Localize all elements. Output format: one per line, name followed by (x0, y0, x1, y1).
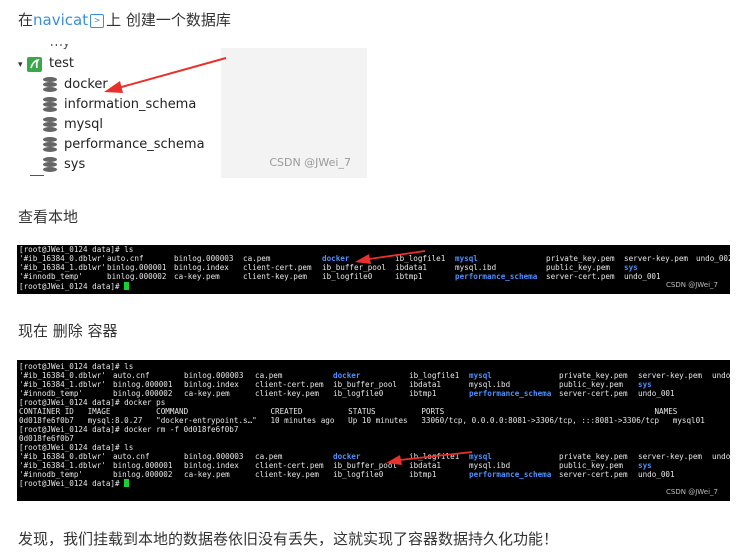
navicat-link[interactable]: navicat (33, 11, 88, 29)
terminal-ls-output: [root@JWei_0124 data]# ls '#ib_16384_0.d… (17, 245, 730, 294)
terminal-docker-rm-output: [root@JWei_0124 data]# ls '#ib_16384_0.db… (17, 360, 730, 501)
terminal-icon: > (90, 13, 105, 28)
red-arrow-annotation (355, 250, 426, 264)
heading-create-db: 在navicat > 上 创建一个数据库 (18, 11, 231, 29)
navicat-tree-panel: my ▾ test dockerinformation_schemamysqlp… (16, 44, 367, 178)
red-arrow-annotation (386, 451, 473, 465)
red-arrow-annotation (104, 57, 227, 93)
conclusion-text: 发现，我们挂载到本地的数据卷依旧没有丢失，这就实现了容器数据持久化功能！ (18, 530, 559, 548)
heading-view-local: 查看本地 (18, 208, 79, 226)
heading-delete-container: 现在 删除 容器 (18, 322, 118, 340)
